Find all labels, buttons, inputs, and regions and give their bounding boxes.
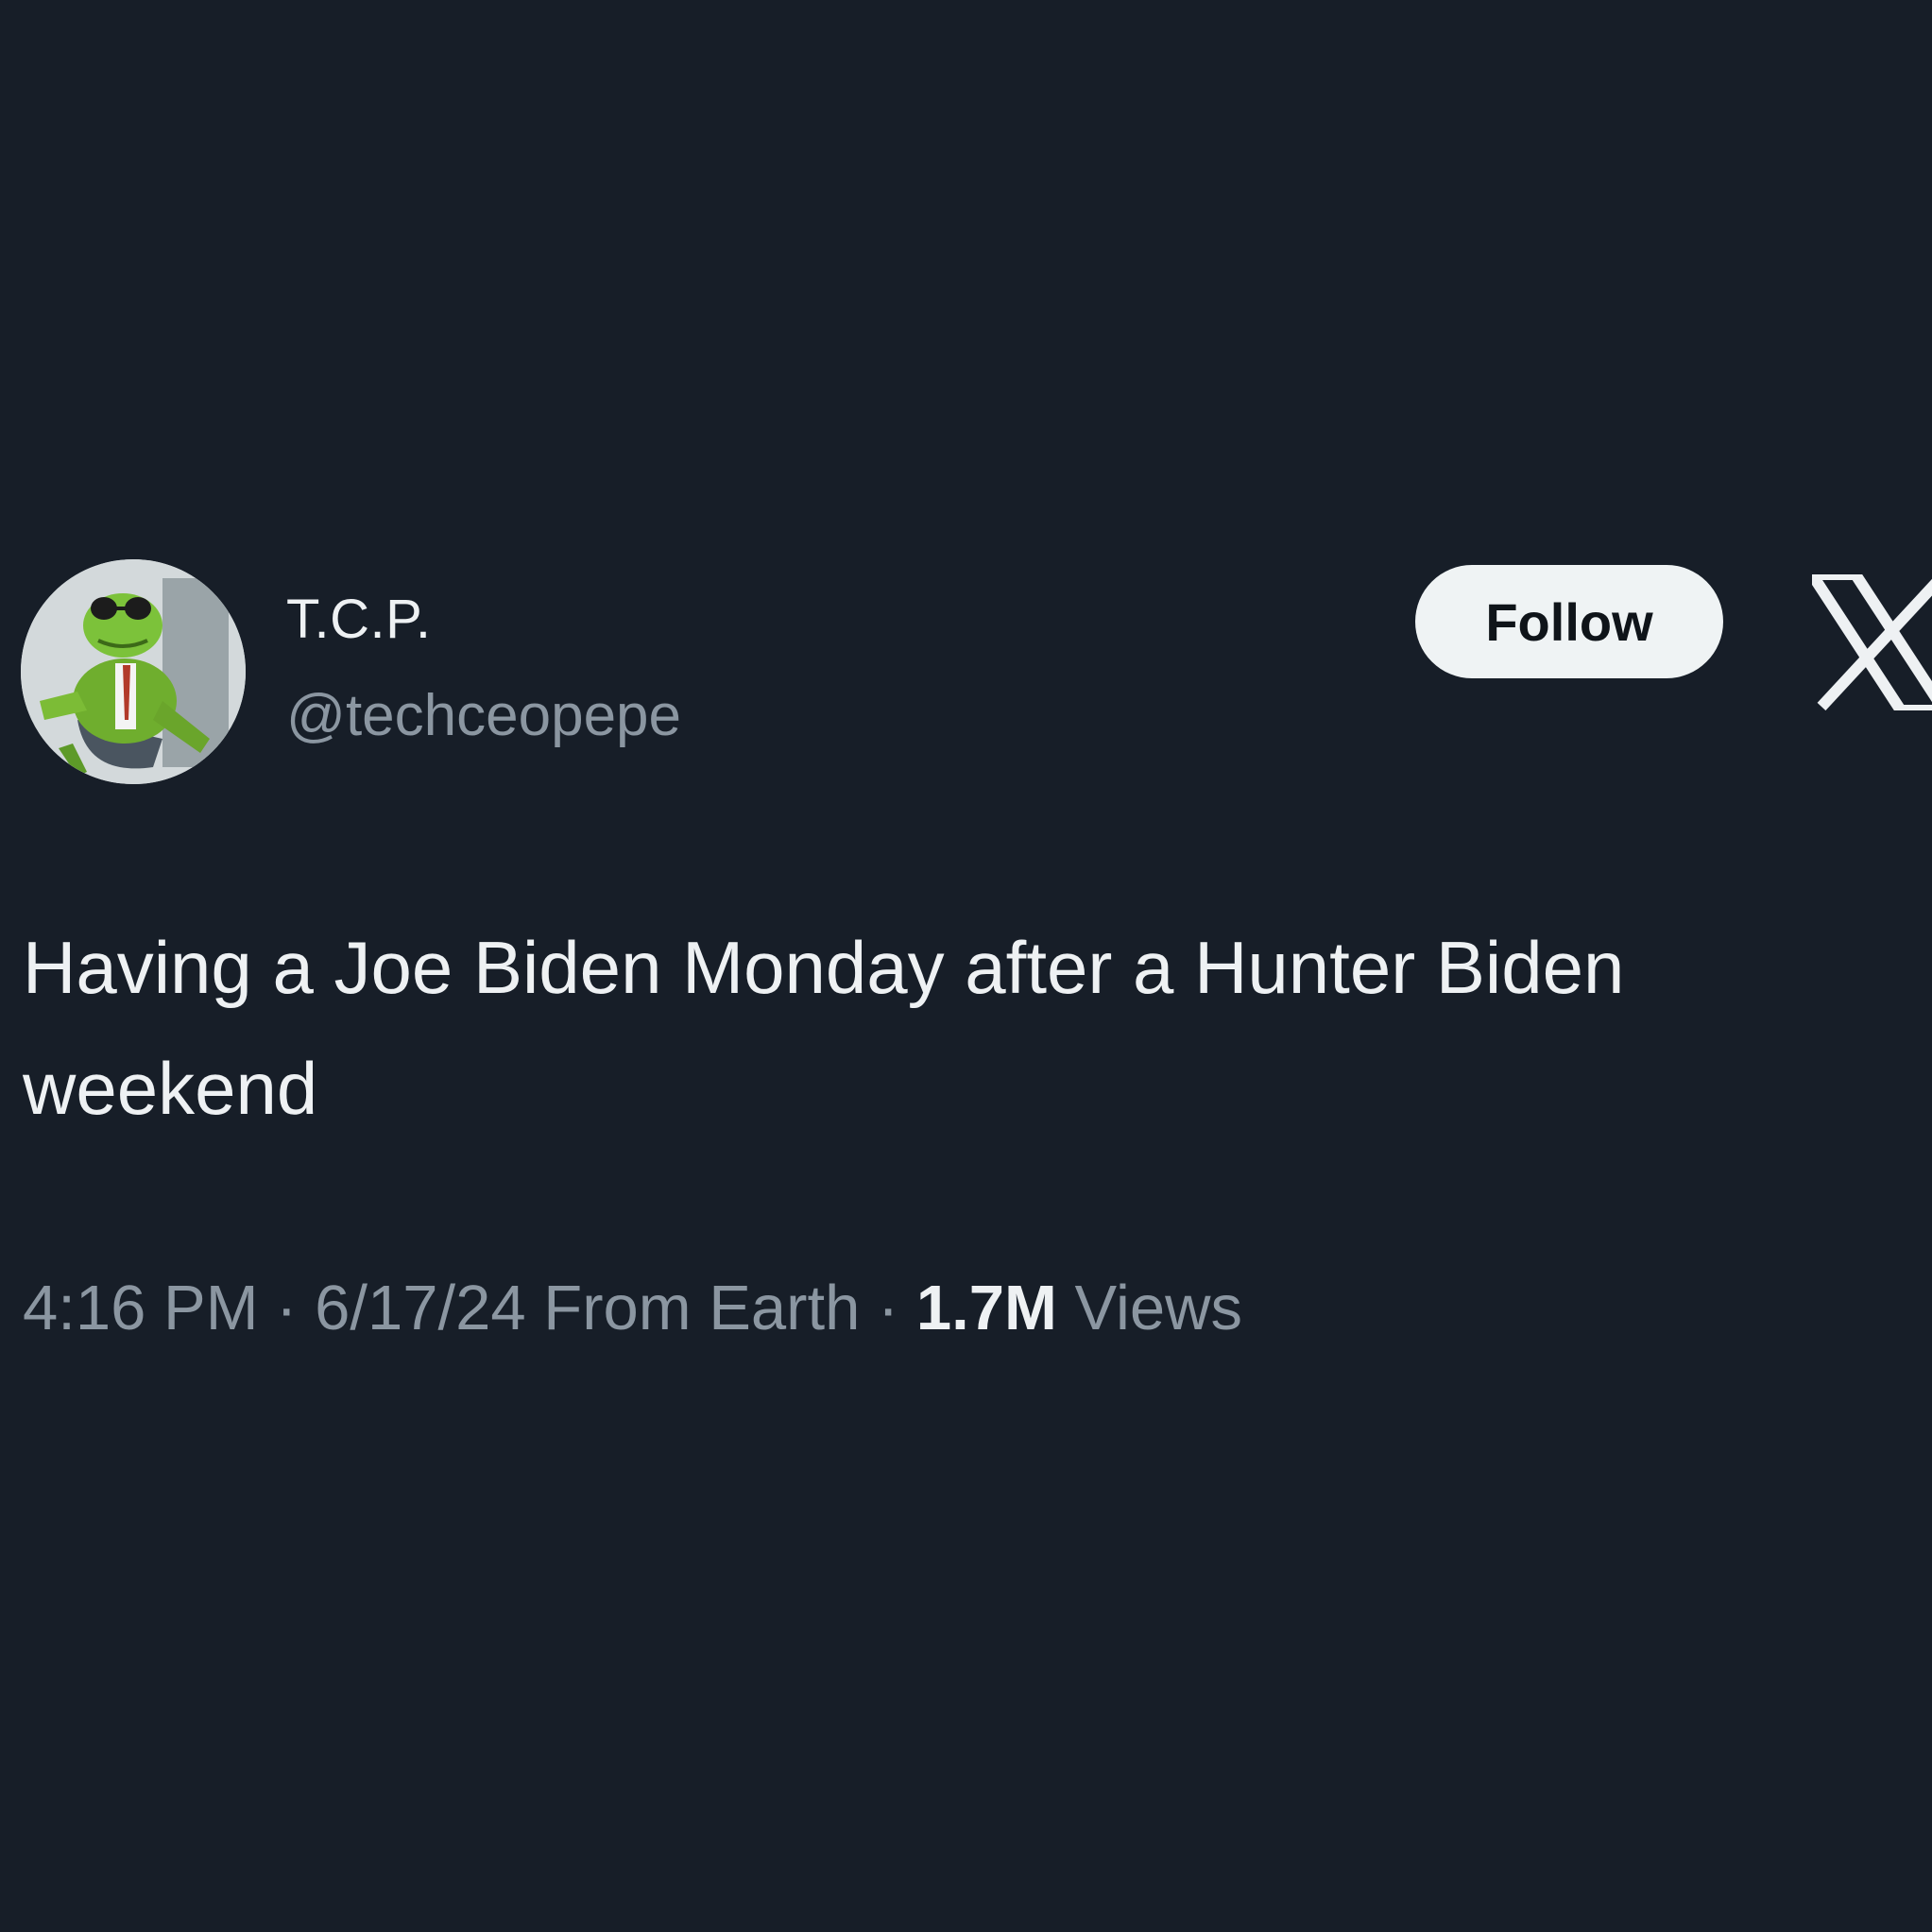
author-display-name[interactable]: T.C.P. bbox=[286, 588, 431, 651]
author-handle[interactable]: @techceopepe bbox=[286, 682, 681, 749]
x-logo-icon bbox=[1801, 569, 1932, 716]
meta-separator: · bbox=[877, 1273, 899, 1343]
frog-avatar-image bbox=[21, 559, 246, 784]
tweet-source: From Earth bbox=[543, 1273, 861, 1343]
meta-separator: · bbox=[276, 1273, 298, 1343]
tweet-text: Having a Joe Biden Monday after a Hunter… bbox=[23, 926, 1625, 1130]
views-label[interactable]: Views bbox=[1074, 1273, 1242, 1343]
tweet-meta: 4:16 PM · 6/17/24 From Earth · 1.7M View… bbox=[23, 1272, 1242, 1344]
follow-button[interactable]: Follow bbox=[1415, 565, 1723, 678]
views-count[interactable]: 1.7M bbox=[916, 1273, 1057, 1343]
tweet-date[interactable]: 6/17/24 bbox=[315, 1273, 526, 1343]
tweet-time[interactable]: 4:16 PM bbox=[23, 1273, 259, 1343]
avatar[interactable] bbox=[21, 559, 246, 784]
tweet-card: T.C.P. @techceopepe Follow Having a Joe … bbox=[0, 0, 1932, 1932]
